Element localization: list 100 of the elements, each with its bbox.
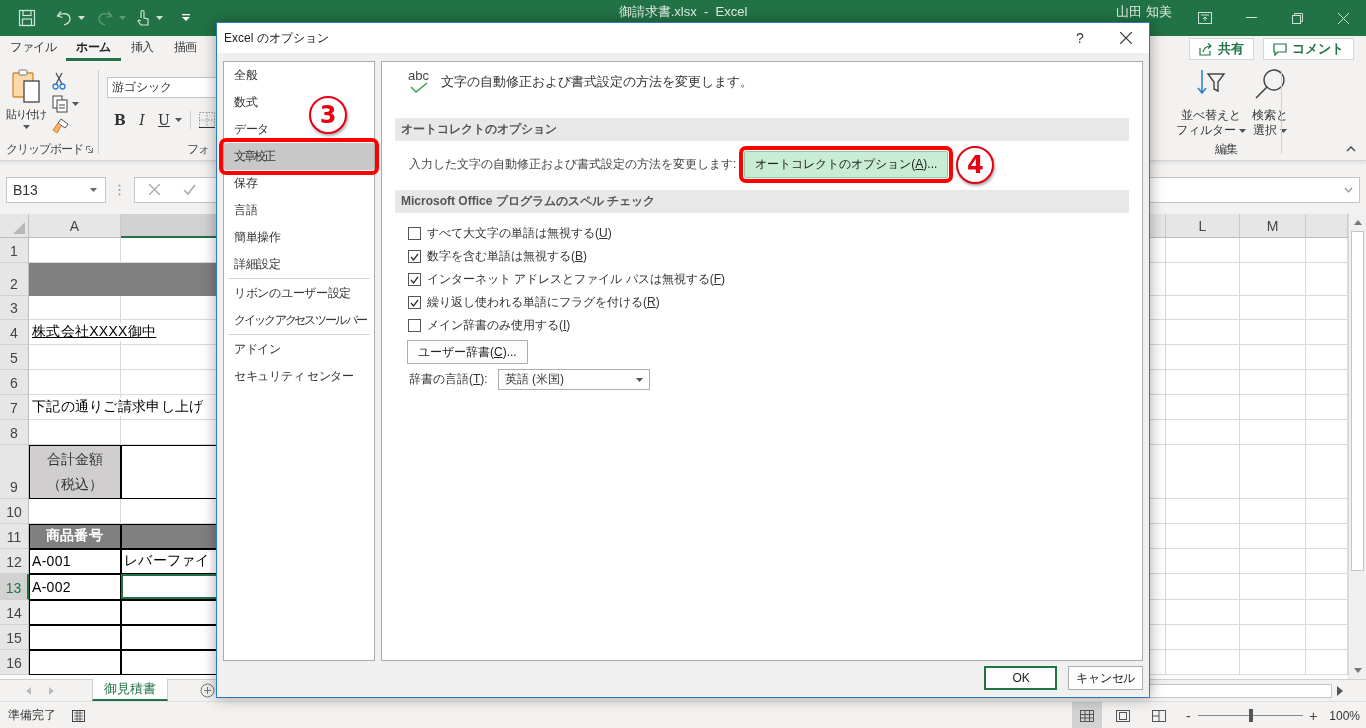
row-header[interactable]: 3 xyxy=(0,296,29,320)
scroll-up-icon[interactable] xyxy=(1353,220,1362,225)
dialog-button[interactable]: OK xyxy=(984,666,1058,690)
column-header[interactable]: M xyxy=(1240,214,1306,238)
font-style-button[interactable]: B xyxy=(109,110,131,130)
row-header[interactable]: 6 xyxy=(0,370,29,395)
row-header[interactable]: 5 xyxy=(0,345,29,370)
row-header[interactable]: 1 xyxy=(0,238,29,263)
comment-button[interactable]: コメント xyxy=(1263,38,1354,60)
restore-icon[interactable] xyxy=(1291,12,1303,24)
zoom-in-button[interactable]: + xyxy=(1307,707,1320,724)
save-icon[interactable] xyxy=(18,9,36,27)
field-label: 辞書の言語(T): xyxy=(409,371,488,388)
macro-record-icon[interactable] xyxy=(72,709,85,722)
checkbox[interactable] xyxy=(408,227,421,240)
caret-icon xyxy=(78,16,85,20)
row-header[interactable]: 2 xyxy=(0,263,29,296)
row-header[interactable]: 14 xyxy=(0,600,29,625)
dialog-launcher-icon[interactable] xyxy=(86,145,93,153)
scroll-right-icon[interactable] xyxy=(1336,685,1344,696)
ribbon-display-icon[interactable] xyxy=(1198,12,1212,24)
format-painter-icon[interactable] xyxy=(52,118,70,134)
category-item[interactable]: セキュリティ センター xyxy=(224,363,358,390)
table-cell xyxy=(1240,370,1306,395)
scroll-down-icon[interactable] xyxy=(1353,668,1362,673)
user-name: 山田 知美 xyxy=(1116,4,1172,19)
row-header[interactable]: 11 xyxy=(0,524,29,549)
checkbox[interactable] xyxy=(408,296,421,309)
borders-icon[interactable] xyxy=(199,112,215,128)
section-heading: オートコレクトのオプション xyxy=(395,118,1129,141)
sort-filter-button[interactable]: 並べ替えと フィルター xyxy=(1176,68,1246,138)
sheet-tab[interactable]: 御見積書 xyxy=(92,679,168,701)
row-header[interactable]: 15 xyxy=(0,625,29,650)
row-header[interactable]: 12 xyxy=(0,549,29,574)
close-icon[interactable] xyxy=(1120,32,1132,44)
minimize-icon[interactable] xyxy=(1245,17,1257,19)
table-cell xyxy=(1240,238,1306,263)
checkbox-label[interactable]: 数字を含む単語は無視する(B) xyxy=(427,248,587,265)
checkmark xyxy=(410,252,419,261)
expand-icon[interactable] xyxy=(1344,186,1353,193)
table-cell xyxy=(1240,650,1306,675)
dialog-button[interactable]: キャンセル xyxy=(1068,666,1143,690)
ribbon-tab[interactable]: ファイル xyxy=(0,36,66,61)
help-button[interactable]: ? xyxy=(1057,23,1103,53)
category-item[interactable]: アドイン xyxy=(224,336,285,363)
group-label: 編集 xyxy=(1215,140,1237,158)
share-button[interactable]: 共有 xyxy=(1189,38,1254,60)
category-item[interactable]: 言語 xyxy=(224,197,262,224)
caret-icon xyxy=(1239,128,1246,133)
language-dropdown[interactable]: 英語 (米国) xyxy=(497,369,650,390)
collapse-ribbon-icon[interactable] xyxy=(1346,146,1356,152)
checkbox[interactable] xyxy=(408,250,421,263)
font-style-button[interactable]: U xyxy=(153,110,175,130)
checkbox[interactable] xyxy=(408,273,421,286)
column-header[interactable]: L xyxy=(1166,214,1240,238)
category-item[interactable]: 簡単操作 xyxy=(224,224,285,251)
view-button[interactable] xyxy=(1072,702,1103,728)
checkbox-label[interactable]: インターネット アドレスとファイル パスは無視する(F) xyxy=(427,271,725,288)
row-header[interactable]: 13 xyxy=(0,574,29,600)
caret-icon xyxy=(72,102,79,106)
search-icon xyxy=(1254,68,1286,100)
paste-button[interactable]: 貼り付け xyxy=(6,68,46,138)
custom-dictionary-button[interactable]: ユーザー辞書(C)... xyxy=(407,340,528,364)
slider-thumb[interactable] xyxy=(1248,709,1253,722)
ribbon-tab[interactable]: 描画 xyxy=(163,36,207,61)
category-item[interactable]: 保存 xyxy=(224,170,262,197)
font-style-button[interactable]: I xyxy=(131,110,153,130)
row-header[interactable]: 16 xyxy=(0,650,29,675)
cut-icon[interactable] xyxy=(52,72,66,90)
row-header[interactable]: 7 xyxy=(0,395,29,420)
checkbox-label[interactable]: メイン辞書のみ使用する(I) xyxy=(427,317,571,334)
category-item[interactable]: リボンのユーザー設定 xyxy=(224,280,355,307)
column-header[interactable]: A xyxy=(29,214,121,238)
ribbon-tab[interactable]: 挿入 xyxy=(120,36,164,61)
checkbox-label[interactable]: 繰り返し使われる単語にフラグを付ける(R) xyxy=(427,294,660,311)
checkbox-label[interactable]: すべて大文字の単語は無視する(U) xyxy=(427,225,612,242)
name-box[interactable]: B13 xyxy=(6,176,106,203)
undo-icon[interactable] xyxy=(56,10,72,26)
category-item[interactable]: 詳細設定 xyxy=(224,251,285,278)
customize-icon[interactable] xyxy=(181,13,191,23)
category-item[interactable]: データ xyxy=(224,116,274,143)
caret-icon xyxy=(1280,128,1287,133)
checkbox[interactable] xyxy=(408,319,421,332)
section-heading: Microsoft Office プログラムのスペル チェック xyxy=(395,190,1129,213)
page-break-view-icon xyxy=(1152,709,1167,722)
row-header[interactable]: 4 xyxy=(0,320,29,345)
category-item[interactable]: 全般 xyxy=(224,62,262,89)
row-header[interactable]: 10 xyxy=(0,499,29,524)
category-item[interactable]: 数式 xyxy=(224,89,262,116)
category-item[interactable]: クイック アクセス ツール バー xyxy=(224,307,370,334)
row-header[interactable]: 8 xyxy=(0,420,29,445)
touch-mode-icon[interactable] xyxy=(136,9,150,27)
copy-icon[interactable] xyxy=(52,95,68,113)
row-header[interactable]: 9 xyxy=(0,445,29,499)
check-icon xyxy=(408,81,429,94)
caret-icon xyxy=(175,118,182,122)
new-sheet-icon[interactable] xyxy=(200,683,215,698)
cancel-icon xyxy=(149,184,160,195)
scrollbar-thumb[interactable] xyxy=(1351,231,1364,571)
zoom-out-button[interactable]: - xyxy=(1182,707,1195,724)
